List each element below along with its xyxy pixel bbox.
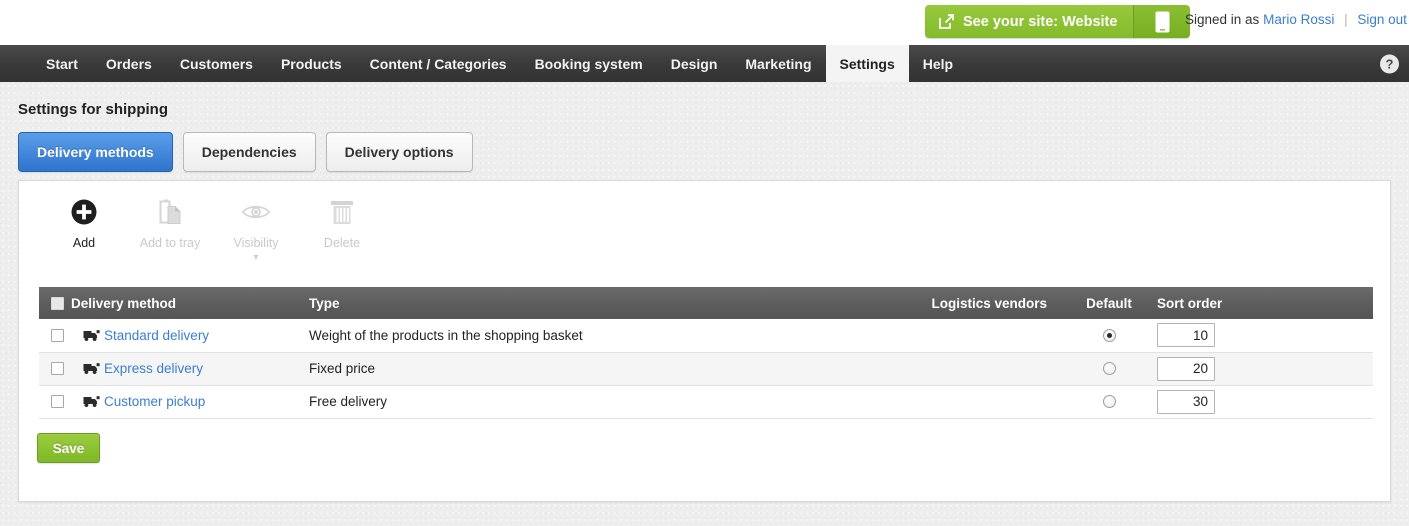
default-radio[interactable] bbox=[1102, 395, 1116, 408]
tab-delivery-options[interactable]: Delivery options bbox=[325, 132, 473, 172]
row-vendors-cell bbox=[825, 352, 1061, 386]
see-your-site-button[interactable]: See your site: Website bbox=[925, 5, 1135, 38]
toolbar-add-to-tray-button[interactable]: Add to tray bbox=[127, 195, 213, 262]
save-button[interactable]: Save bbox=[37, 433, 100, 463]
see-your-site-label: See your site: Website bbox=[963, 13, 1118, 30]
row-sort-order-cell bbox=[1157, 319, 1277, 353]
row-type-cell: Free delivery bbox=[309, 385, 825, 419]
select-all-checkbox[interactable] bbox=[51, 296, 64, 310]
row-tail-cell bbox=[1277, 319, 1374, 353]
row-select-cell bbox=[39, 385, 71, 419]
nav-item-products[interactable]: Products bbox=[267, 45, 356, 82]
add-circle-icon bbox=[70, 195, 98, 229]
action-toolbar: Add Add to tray Visibility ▼ Delete bbox=[41, 195, 385, 262]
nav-item-booking-system[interactable]: Booking system bbox=[521, 45, 657, 82]
row-name-link[interactable]: Customer pickup bbox=[104, 394, 205, 409]
row-name-cell: Standard delivery bbox=[71, 319, 309, 353]
row-checkbox[interactable] bbox=[51, 328, 64, 342]
main-navigation: Start Orders Customers Products Content … bbox=[0, 45, 1409, 82]
nav-item-content-categories[interactable]: Content / Categories bbox=[356, 45, 521, 82]
toolbar-visibility-button[interactable]: Visibility ▼ bbox=[213, 195, 299, 262]
toolbar-add-to-tray-label: Add to tray bbox=[139, 236, 201, 250]
help-question-icon[interactable]: ? bbox=[1380, 54, 1399, 73]
row-type-cell: Weight of the products in the shopping b… bbox=[309, 319, 825, 353]
row-name-link[interactable]: Standard delivery bbox=[104, 328, 209, 343]
row-name-link[interactable]: Express delivery bbox=[104, 361, 203, 376]
status-separator: | bbox=[1344, 12, 1348, 27]
table-header: Delivery method Type Logistics vendors D… bbox=[39, 287, 1374, 319]
row-name-cell: Customer pickup bbox=[71, 385, 309, 419]
row-type-cell: Fixed price bbox=[309, 352, 825, 386]
row-checkbox[interactable] bbox=[51, 395, 64, 408]
row-tail-cell bbox=[1277, 385, 1374, 419]
table-row[interactable]: Customer pickup Free delivery bbox=[39, 385, 1374, 419]
table-row[interactable]: Standard delivery Weight of the products… bbox=[39, 319, 1374, 353]
delivery-truck-icon bbox=[83, 395, 100, 408]
page-body: Settings for shipping Delivery methods D… bbox=[0, 82, 1409, 526]
header-logistics-vendors[interactable]: Logistics vendors bbox=[825, 287, 1061, 319]
see-your-site-button-group[interactable]: See your site: Website bbox=[925, 5, 1191, 38]
header-sort-order[interactable]: Sort order bbox=[1157, 287, 1374, 319]
toolbar-visibility-label: Visibility bbox=[233, 236, 279, 250]
nav-item-orders[interactable]: Orders bbox=[92, 45, 166, 82]
row-tail-cell bbox=[1277, 352, 1374, 386]
table-header-row: Delivery method Type Logistics vendors D… bbox=[39, 287, 1374, 319]
header-type[interactable]: Type bbox=[309, 287, 825, 319]
header-delivery-method[interactable]: Delivery method bbox=[71, 287, 309, 319]
table-row[interactable]: Express delivery Fixed price bbox=[39, 352, 1374, 386]
sort-order-input[interactable] bbox=[1157, 356, 1215, 381]
signed-in-status: Signed in as Mario Rossi | Sign out bbox=[1185, 12, 1407, 27]
nav-item-customers[interactable]: Customers bbox=[166, 45, 267, 82]
sort-order-input[interactable] bbox=[1157, 389, 1215, 414]
top-bar: See your site: Website Signed in as Mari… bbox=[0, 0, 1409, 45]
sort-order-input[interactable] bbox=[1157, 323, 1215, 348]
toolbar-delete-button[interactable]: Delete bbox=[299, 195, 385, 262]
mobile-preview-button[interactable] bbox=[1134, 5, 1191, 38]
user-name-link[interactable]: Mario Rossi bbox=[1263, 12, 1334, 27]
page-title: Settings for shipping bbox=[18, 101, 168, 118]
row-checkbox[interactable] bbox=[51, 362, 64, 375]
add-to-tray-icon bbox=[156, 195, 184, 229]
nav-item-marketing[interactable]: Marketing bbox=[731, 45, 825, 82]
signed-in-prefix: Signed in as bbox=[1185, 12, 1260, 27]
toolbar-add-button[interactable]: Add bbox=[41, 195, 127, 262]
row-sort-order-cell bbox=[1157, 352, 1277, 386]
chevron-down-icon[interactable]: ▼ bbox=[252, 253, 261, 262]
row-vendors-cell bbox=[825, 385, 1061, 419]
trash-icon bbox=[329, 195, 355, 229]
nav-item-design[interactable]: Design bbox=[657, 45, 732, 82]
eye-icon bbox=[241, 195, 271, 229]
toolbar-delete-label: Delete bbox=[323, 236, 361, 250]
external-link-icon bbox=[939, 14, 954, 29]
nav-item-start[interactable]: Start bbox=[32, 45, 92, 82]
sign-out-link[interactable]: Sign out bbox=[1357, 12, 1407, 27]
row-select-cell bbox=[39, 352, 71, 386]
toolbar-add-label: Add bbox=[72, 236, 96, 250]
table-body: Standard delivery Weight of the products… bbox=[39, 319, 1374, 419]
row-select-cell bbox=[39, 319, 71, 353]
row-default-cell bbox=[1061, 385, 1157, 419]
row-default-cell bbox=[1061, 319, 1157, 353]
delivery-methods-table: Delivery method Type Logistics vendors D… bbox=[39, 287, 1374, 419]
nav-item-help[interactable]: Help bbox=[909, 45, 967, 82]
select-all-header bbox=[39, 287, 71, 319]
delivery-truck-icon bbox=[83, 329, 100, 342]
nav-item-settings[interactable]: Settings bbox=[825, 45, 909, 82]
header-default[interactable]: Default bbox=[1061, 287, 1157, 319]
content-card: Add Add to tray Visibility ▼ Delete Deli… bbox=[18, 180, 1391, 502]
settings-tab-bar: Delivery methods Dependencies Delivery o… bbox=[18, 132, 473, 172]
delivery-truck-icon bbox=[83, 362, 100, 375]
row-vendors-cell bbox=[825, 319, 1061, 353]
default-radio[interactable] bbox=[1102, 328, 1116, 342]
default-radio[interactable] bbox=[1102, 362, 1116, 375]
tab-dependencies[interactable]: Dependencies bbox=[182, 132, 316, 172]
row-sort-order-cell bbox=[1157, 385, 1277, 419]
row-name-cell: Express delivery bbox=[71, 352, 309, 386]
row-default-cell bbox=[1061, 352, 1157, 386]
tab-delivery-methods[interactable]: Delivery methods bbox=[18, 132, 173, 172]
mobile-phone-icon bbox=[1155, 11, 1170, 33]
